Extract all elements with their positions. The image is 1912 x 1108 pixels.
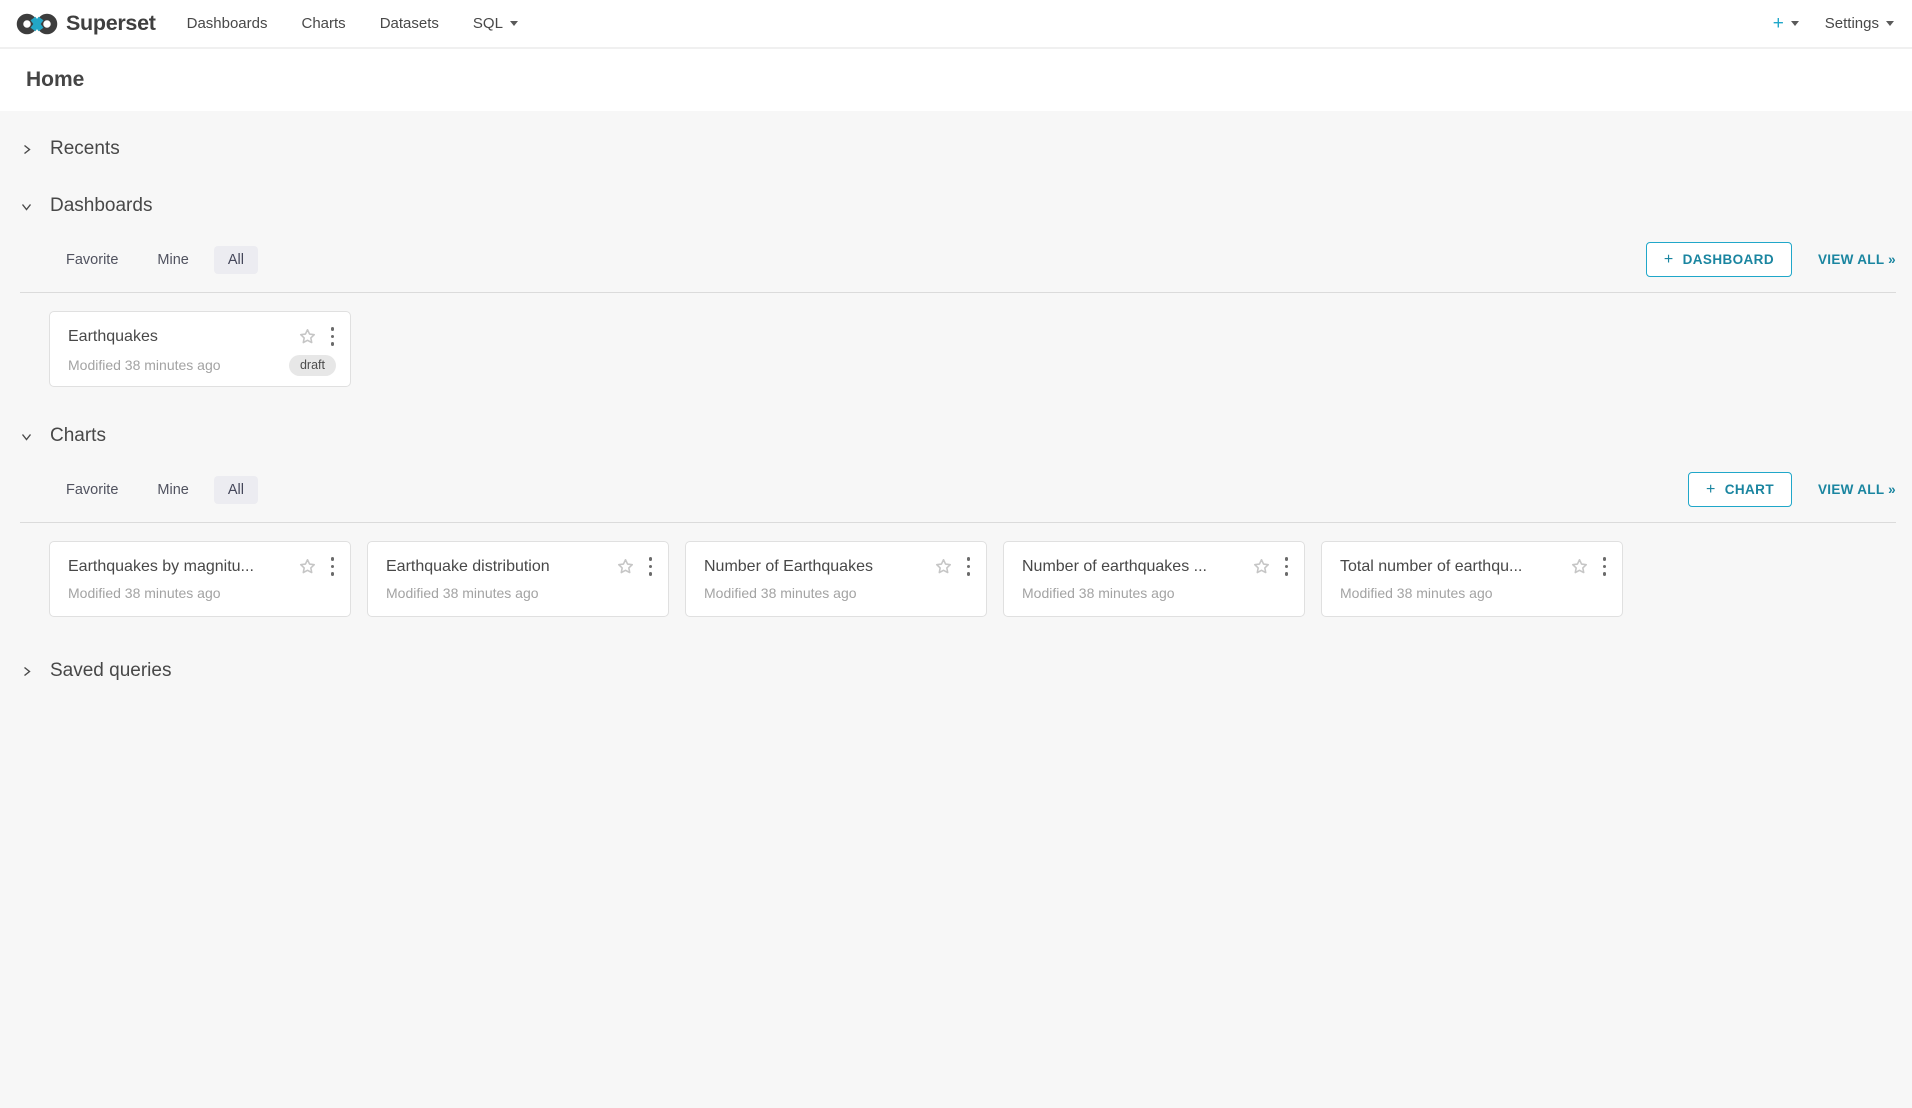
kebab-menu-icon[interactable] <box>965 555 973 578</box>
tab-charts-all[interactable]: All <box>214 476 258 504</box>
chart-card[interactable]: Number of Earthquakes Modified 38 minute… <box>685 541 987 617</box>
new-item-menu[interactable]: + <box>1773 14 1799 33</box>
nav-item-charts[interactable]: Charts <box>285 0 363 47</box>
star-icon[interactable] <box>934 557 953 576</box>
charts-subnav: Favorite Mine All + CHART VIEW ALL » <box>20 457 1896 523</box>
tab-charts-favorite[interactable]: Favorite <box>52 476 132 504</box>
chart-card[interactable]: Earthquakes by magnitu... Modified 38 mi… <box>49 541 351 617</box>
section-toggle-charts[interactable]: Charts <box>20 417 1896 457</box>
caret-down-icon <box>1886 21 1894 26</box>
chevron-down-icon <box>20 430 33 443</box>
kebab-menu-icon[interactable] <box>647 555 655 578</box>
star-icon[interactable] <box>616 557 635 576</box>
main-nav: Dashboards Charts Datasets SQL <box>170 0 535 47</box>
card-title: Earthquakes by magnitu... <box>68 558 290 576</box>
infinity-logo-icon <box>16 11 58 37</box>
card-title: Number of Earthquakes <box>704 558 926 576</box>
card-title: Total number of earthqu... <box>1340 558 1562 576</box>
nav-item-label: Dashboards <box>187 15 268 32</box>
nav-item-label: Datasets <box>380 15 439 32</box>
card-modified-text: Modified 38 minutes ago <box>1022 585 1175 601</box>
card-title: Earthquake distribution <box>386 558 608 576</box>
tab-dashboards-favorite[interactable]: Favorite <box>52 246 132 274</box>
section-label-charts: Charts <box>50 425 106 447</box>
new-dashboard-button-label: DASHBOARD <box>1683 252 1774 267</box>
card-title: Number of earthquakes ... <box>1022 558 1244 576</box>
card-modified-text: Modified 38 minutes ago <box>68 585 221 601</box>
dashboards-card-row: Earthquakes Modified 38 minutes ago draf… <box>49 311 1896 387</box>
tab-dashboards-all[interactable]: All <box>214 246 258 274</box>
view-all-charts-link[interactable]: VIEW ALL » <box>1818 482 1896 497</box>
home-content: Recents Dashboards Favorite Mine All + D… <box>0 111 1912 709</box>
superset-logo[interactable]: Superset <box>16 11 156 37</box>
dashboards-subnav: Favorite Mine All + DASHBOARD VIEW ALL » <box>20 227 1896 293</box>
chevron-right-icon <box>20 143 33 156</box>
card-modified-text: Modified 38 minutes ago <box>68 357 221 373</box>
chart-card[interactable]: Total number of earthqu... Modified 38 m… <box>1321 541 1623 617</box>
card-title: Earthquakes <box>68 328 290 346</box>
chevron-down-icon <box>20 200 33 213</box>
nav-item-dashboards[interactable]: Dashboards <box>170 0 285 47</box>
navbar-right: + Settings <box>1773 14 1896 33</box>
chevron-right-icon <box>20 665 33 678</box>
section-label-dashboards: Dashboards <box>50 195 152 217</box>
kebab-menu-icon[interactable] <box>329 325 337 348</box>
nav-item-label: SQL <box>473 15 503 32</box>
new-dashboard-button[interactable]: + DASHBOARD <box>1646 242 1792 277</box>
view-all-dashboards-link[interactable]: VIEW ALL » <box>1818 252 1896 267</box>
dashboard-card[interactable]: Earthquakes Modified 38 minutes ago draf… <box>49 311 351 387</box>
nav-item-sql[interactable]: SQL <box>456 0 535 47</box>
star-icon[interactable] <box>1570 557 1589 576</box>
brand-name: Superset <box>66 11 156 36</box>
kebab-menu-icon[interactable] <box>1601 555 1609 578</box>
plus-icon: + <box>1664 252 1674 268</box>
page-header: Home <box>0 49 1912 111</box>
tab-charts-mine[interactable]: Mine <box>143 476 202 504</box>
top-navbar: Superset Dashboards Charts Datasets SQL … <box>0 0 1912 49</box>
chart-card[interactable]: Earthquake distribution Modified 38 minu… <box>367 541 669 617</box>
card-modified-text: Modified 38 minutes ago <box>386 585 539 601</box>
kebab-menu-icon[interactable] <box>329 555 337 578</box>
draft-badge: draft <box>289 355 336 376</box>
star-icon[interactable] <box>1252 557 1271 576</box>
charts-card-row: Earthquakes by magnitu... Modified 38 mi… <box>49 541 1896 617</box>
kebab-menu-icon[interactable] <box>1283 555 1291 578</box>
card-modified-text: Modified 38 minutes ago <box>704 585 857 601</box>
section-toggle-saved-queries[interactable]: Saved queries <box>20 633 1896 709</box>
chart-card[interactable]: Number of earthquakes ... Modified 38 mi… <box>1003 541 1305 617</box>
section-label-saved-queries: Saved queries <box>50 660 171 682</box>
page-title: Home <box>26 68 84 92</box>
star-icon[interactable] <box>298 327 317 346</box>
caret-down-icon <box>510 21 518 26</box>
section-toggle-dashboards[interactable]: Dashboards <box>20 187 1896 227</box>
card-modified-text: Modified 38 minutes ago <box>1340 585 1493 601</box>
plus-icon: + <box>1706 482 1716 498</box>
plus-icon: + <box>1773 14 1784 33</box>
settings-label: Settings <box>1825 15 1879 32</box>
section-toggle-recents[interactable]: Recents <box>20 111 1896 187</box>
nav-item-label: Charts <box>302 15 346 32</box>
new-chart-button-label: CHART <box>1725 482 1774 497</box>
caret-down-icon <box>1791 21 1799 26</box>
new-chart-button[interactable]: + CHART <box>1688 472 1792 507</box>
tab-dashboards-mine[interactable]: Mine <box>143 246 202 274</box>
settings-menu[interactable]: Settings <box>1825 15 1894 32</box>
nav-item-datasets[interactable]: Datasets <box>363 0 456 47</box>
star-icon[interactable] <box>298 557 317 576</box>
section-label-recents: Recents <box>50 138 120 160</box>
